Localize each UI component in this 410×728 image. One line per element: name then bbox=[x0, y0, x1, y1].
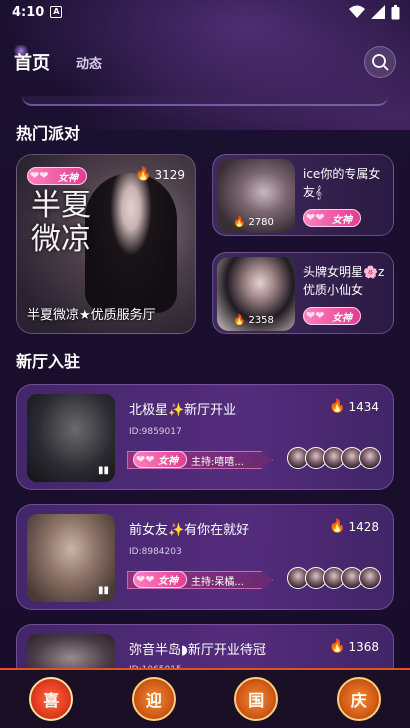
nav-item-qing[interactable]: 庆 bbox=[336, 677, 381, 721]
hall-host: 主持:嘻嘻... bbox=[191, 457, 244, 468]
flame-icon: 🔥 bbox=[329, 519, 346, 534]
hall-heat-value: 1428 bbox=[348, 519, 379, 534]
hall-id: ID:9859017 bbox=[129, 427, 182, 437]
hall-list-item[interactable]: ▮▮ 前女友✨有你在就好 ID:8984203 🔥 1428 ❤❤ 女神 主持:… bbox=[16, 504, 394, 610]
hearts-icon: ❤❤ bbox=[136, 453, 155, 466]
flame-icon: 🔥 bbox=[233, 217, 246, 228]
hearts-icon: ❤❤ bbox=[306, 211, 325, 224]
audio-bars-icon: ▮▮ bbox=[97, 585, 109, 596]
hearts-icon: ❤❤ bbox=[30, 169, 49, 182]
tab-home[interactable]: 首页 bbox=[12, 45, 50, 75]
room-heat: 🔥 3129 bbox=[135, 167, 185, 182]
avatar bbox=[359, 447, 381, 469]
goddess-badge-label: 女神 bbox=[158, 456, 178, 467]
top-header: 首页 动态 bbox=[0, 44, 410, 80]
banner-carousel[interactable] bbox=[22, 96, 388, 106]
room-cover-figure bbox=[85, 173, 177, 313]
status-time: 4:10 bbox=[12, 4, 45, 20]
room-heat-value: 3129 bbox=[154, 167, 185, 182]
flame-icon: 🔥 bbox=[329, 399, 346, 414]
hall-thumbnail: ▮▮ bbox=[27, 394, 115, 482]
tab-home-label: 首页 bbox=[14, 53, 50, 74]
hall-title: 弥音半岛◗新厅开业待冠 bbox=[129, 643, 266, 658]
member-avatars bbox=[287, 567, 381, 589]
signal-icon bbox=[371, 5, 385, 19]
status-icons bbox=[349, 4, 400, 20]
goddess-badge-label: 女神 bbox=[158, 576, 178, 587]
goddess-badge: ❤❤ 女神 bbox=[133, 571, 187, 588]
flame-icon: 🔥 bbox=[329, 639, 346, 654]
room-name: 半夏微凉★优质服务厅 bbox=[27, 308, 156, 323]
hall-title: 北极星✨新厅开业 bbox=[129, 403, 237, 418]
section-title-hot-party: 热门派对 bbox=[16, 124, 81, 143]
room-cover-calligraphy: 半夏微凉 bbox=[31, 188, 91, 257]
room-heat: 🔥 2358 bbox=[233, 315, 274, 326]
nav-item-xi[interactable]: 喜 bbox=[29, 677, 74, 721]
avatar bbox=[359, 567, 381, 589]
member-avatars bbox=[287, 447, 381, 469]
goddess-badge: ❤❤ 女神 bbox=[303, 209, 361, 227]
flame-icon: 🔥 bbox=[233, 315, 246, 326]
room-card[interactable]: 🔥 2780 ice你的专属女友𝄞 ❤❤ 女神 bbox=[212, 154, 394, 236]
room-heat-value: 2780 bbox=[248, 217, 274, 228]
hall-title: 前女友✨有你在就好 bbox=[129, 523, 250, 538]
hall-heat-value: 1434 bbox=[348, 399, 379, 414]
section-title-new-halls: 新厅入驻 bbox=[16, 352, 81, 371]
search-icon bbox=[372, 54, 389, 71]
bottom-navigation: 喜 迎 国 庆 bbox=[0, 668, 410, 728]
tab-feed[interactable]: 动态 bbox=[76, 53, 102, 72]
notification-icon: A bbox=[50, 6, 63, 18]
goddess-badge-label: 女神 bbox=[332, 214, 352, 226]
hall-list-item[interactable]: ▮▮ 北极星✨新厅开业 ID:9859017 🔥 1434 ❤❤ 女神 主持:嘻… bbox=[16, 384, 394, 490]
hall-host: 主持:呆橘... bbox=[191, 577, 244, 588]
goddess-badge: ❤❤ 女神 bbox=[133, 451, 187, 468]
room-card[interactable]: 🔥 2358 头牌女明星🌸z优质小仙女 ❤❤ 女神 bbox=[212, 252, 394, 334]
room-title: 头牌女明星🌸z优质小仙女 bbox=[303, 265, 385, 297]
room-title: ice你的专属女友𝄞 bbox=[303, 167, 381, 199]
search-button[interactable] bbox=[364, 46, 396, 78]
hall-list-item[interactable]: 弥音半岛◗新厅开业待冠 ID:1065015 🔥 1368 bbox=[16, 624, 394, 675]
nav-item-ying[interactable]: 迎 bbox=[131, 677, 176, 721]
goddess-badge: ❤❤ 女神 bbox=[303, 307, 361, 325]
hearts-icon: ❤❤ bbox=[306, 309, 325, 322]
nav-item-guo[interactable]: 国 bbox=[234, 677, 279, 721]
status-bar: 4:10 A bbox=[0, 0, 410, 24]
hall-id: ID:8984203 bbox=[129, 547, 182, 557]
flame-icon: 🔥 bbox=[135, 167, 152, 182]
wifi-icon bbox=[349, 5, 365, 18]
room-heat-value: 2358 bbox=[248, 315, 274, 326]
hall-heat: 🔥 1428 bbox=[329, 519, 379, 534]
battery-icon bbox=[391, 4, 400, 19]
hall-heat: 🔥 1368 bbox=[329, 639, 379, 654]
room-heat: 🔥 2780 bbox=[233, 217, 274, 228]
goddess-badge-label: 女神 bbox=[58, 172, 78, 184]
goddess-badge: ❤❤ 女神 bbox=[27, 167, 87, 185]
hearts-icon: ❤❤ bbox=[136, 573, 155, 586]
goddess-badge-label: 女神 bbox=[332, 312, 352, 324]
hall-heat-value: 1368 bbox=[348, 639, 379, 654]
hall-thumbnail: ▮▮ bbox=[27, 514, 115, 602]
featured-room-card[interactable]: 半夏微凉 ❤❤ 女神 🔥 3129 半夏微凉★优质服务厅 bbox=[16, 154, 196, 334]
hall-heat: 🔥 1434 bbox=[329, 399, 379, 414]
audio-bars-icon: ▮▮ bbox=[97, 465, 109, 476]
